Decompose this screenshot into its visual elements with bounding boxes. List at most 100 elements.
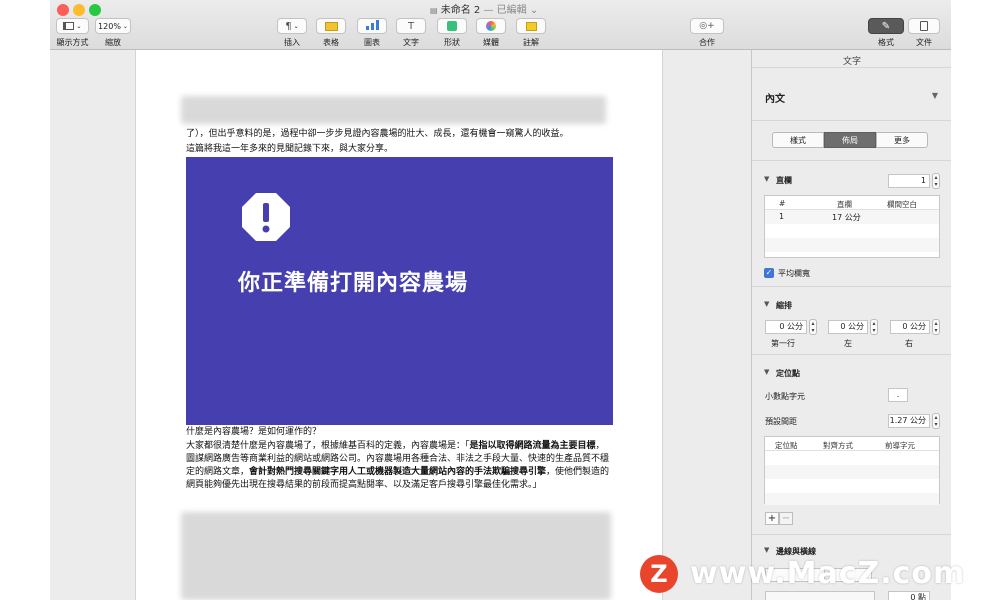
collaborate-label: 合作 (699, 38, 715, 47)
paragraph-style-select[interactable]: 內文 ▼ (752, 90, 951, 106)
equal-width-checkbox-row[interactable]: ✓ 平均欄寬 (752, 268, 951, 280)
tab-layout[interactable]: 佈局 (824, 132, 876, 148)
column-header-number: # (779, 199, 786, 208)
comment-icon (525, 21, 537, 31)
tab-header-alignment: 對齊方式 (823, 441, 853, 450)
document-status: — 已編輯 (483, 5, 527, 16)
document-page[interactable]: 了），但出乎意料的是，過程中卻一步步見證內容農場的壯大、成長，還有機會一窺驚人的… (135, 50, 663, 600)
window-title: ▤ 未命名 2 — 已編輯 ⌄ (430, 1, 590, 16)
document-canvas[interactable]: 了），但出乎意料的是，過程中卻一步步見證內容農場的壯大、成長，還有機會一窺驚人的… (50, 50, 750, 600)
column-header-column: 直欄 (837, 200, 852, 209)
document-name: 未命名 2 (440, 5, 481, 16)
minimize-button[interactable] (73, 4, 85, 16)
columns-label: 直欄 (776, 176, 792, 185)
column-width: 17 公分 (832, 213, 861, 222)
tab-header-leader: 前導字元 (885, 441, 915, 450)
tab-header-stop: 定位點 (775, 441, 798, 450)
view-button[interactable]: ⌄ 顯示方式 (56, 18, 89, 48)
left-indent-stepper[interactable]: ▴ ▾ (870, 319, 878, 335)
format-label: 格式 (878, 38, 894, 47)
chevron-down-icon: ⌄ (122, 22, 128, 30)
macz-logo-icon: Z (640, 555, 678, 593)
default-spacing-label: 預設間距 (765, 417, 797, 426)
columns-table[interactable]: # 直欄 欄間空白 1 17 公分 (764, 195, 940, 258)
format-inspector: 文字 內文 ▼ 樣式 佈局 更多 ▼ 直欄 1 ▴ ▾ # 直欄 欄間空白 1 1… (751, 50, 951, 600)
shape-button[interactable]: 形狀 (437, 18, 467, 48)
zoom-select[interactable]: 120% ⌄ 縮放 (95, 18, 131, 48)
right-indent-stepper[interactable]: ▴ ▾ (932, 319, 940, 335)
indent-section: ▼ 縮排 (752, 300, 951, 314)
indent-label: 縮排 (776, 301, 792, 310)
inspector-header: 文字 (842, 57, 861, 67)
chart-button[interactable]: 圖表 (357, 18, 387, 48)
text-button[interactable]: T 文字 (396, 18, 426, 48)
pages-window: ▤ 未命名 2 — 已編輯 ⌄ ⌄ 顯示方式 120% ⌄ 縮放 ¶ ⌄ 插入 表格 (50, 0, 951, 600)
format-button[interactable]: ✎ 格式 (868, 18, 904, 48)
document-button[interactable]: 文件 (908, 18, 940, 48)
comment-label: 註解 (523, 38, 539, 47)
collaborate-button[interactable]: ◎+ 合作 (690, 18, 724, 48)
zoom-button[interactable] (89, 4, 101, 16)
table-button[interactable]: 表格 (316, 18, 346, 48)
close-button[interactable] (57, 4, 69, 16)
tab-stops-table[interactable]: 定位點 對齊方式 前導字元 (764, 436, 940, 505)
tab-style[interactable]: 樣式 (772, 132, 824, 148)
media-button[interactable]: 媒體 (476, 18, 506, 48)
tab-stops-header: 定位點 對齊方式 前導字元 (765, 437, 939, 451)
body-text-line[interactable]: 了），但出乎意料的是，過程中卻一步步見證內容農場的壯大、成長，還有機會一窺驚人的… (186, 128, 626, 141)
paintbrush-icon: ✎ (881, 20, 891, 32)
default-spacing-field[interactable]: 1.27 公分 (888, 414, 930, 428)
document-label: 文件 (916, 38, 932, 47)
sidebar-icon (63, 22, 75, 30)
columns-stepper[interactable]: ▴ ▾ (932, 173, 940, 189)
blurred-text-block (181, 96, 606, 124)
photos-icon (486, 21, 496, 31)
checkbox-checked[interactable]: ✓ (764, 268, 774, 278)
columns-table-header: # 直欄 欄間空白 (765, 196, 939, 210)
banner-title: 你正準備打開內容農場 (238, 271, 469, 296)
table-label: 表格 (323, 38, 339, 47)
left-indent-field[interactable]: 0 公分 (828, 320, 868, 334)
shape-label: 形狀 (444, 38, 460, 47)
column-header-gutter: 欄間空白 (887, 200, 917, 209)
decimal-char-field[interactable]: . (888, 388, 908, 402)
border-position-buttons[interactable] (765, 591, 875, 600)
border-width-field[interactable]: 0 點 (888, 591, 930, 600)
first-line-caption: 第一行 (771, 339, 795, 348)
add-tab-button[interactable]: + (765, 512, 779, 525)
first-line-indent-field[interactable]: 0 公分 (765, 320, 807, 334)
chevron-down-icon[interactable]: ⌄ (530, 5, 538, 16)
tabs-section: ▼ 定位點 (752, 368, 951, 382)
disclosure-triangle-icon[interactable]: ▼ (764, 368, 769, 376)
comment-button[interactable]: 註解 (516, 18, 546, 48)
disclosure-triangle-icon[interactable]: ▼ (764, 546, 769, 554)
chart-icon (357, 18, 387, 34)
paragraph-bold-run: 會計對熱門搜尋關鍵字用人工或機器製造大量網站內容的手法欺騙搜尋引擎 (249, 467, 547, 477)
disclosure-triangle-icon[interactable]: ▼ (764, 175, 769, 183)
columns-section: ▼ 直欄 1 ▴ ▾ (752, 173, 951, 190)
first-line-indent-stepper[interactable]: ▴ ▾ (809, 319, 817, 335)
paragraph-bold-run: 是指以取得網路流量為主要目標 (469, 441, 596, 451)
right-indent-field[interactable]: 0 公分 (890, 320, 930, 334)
blurred-text-block (181, 512, 611, 600)
remove-tab-button[interactable]: − (779, 512, 793, 525)
default-spacing-stepper[interactable]: ▴ ▾ (932, 413, 940, 429)
body-paragraph[interactable]: 大家都很清楚什麼是內容農場了，根據維基百科的定義，內容農場是：「是指以取得網路流… (186, 440, 613, 492)
watermark-text: www.MacZ.com (690, 556, 966, 591)
tab-more[interactable]: 更多 (876, 132, 928, 148)
paragraph-run: 大家都很清楚什麼是內容農場了，根據維基百科的定義，內容農場是：「 (186, 441, 470, 451)
shape-icon (447, 21, 457, 31)
text-icon: T (407, 20, 415, 32)
insert-button[interactable]: ¶ ⌄ 插入 (277, 18, 307, 48)
table-row[interactable]: 1 17 公分 (765, 210, 939, 224)
zoom-label: 縮放 (105, 38, 121, 47)
paragraph-style-name: 內文 (765, 94, 785, 105)
banner-image[interactable]: 你正準備打開內容農場 (186, 157, 613, 425)
left-caption: 左 (844, 339, 852, 348)
collaborate-icon: ◎+ (699, 21, 715, 31)
disclosure-triangle-icon[interactable]: ▼ (764, 300, 769, 308)
columns-count-field[interactable]: 1 (888, 174, 930, 188)
body-text-line[interactable]: 這篇將我這一年多來的見聞記錄下來，與大家分享。 (186, 143, 626, 156)
table-icon (324, 21, 338, 31)
section-heading[interactable]: 什麼是內容農場？是如何運作的？ (186, 426, 606, 439)
